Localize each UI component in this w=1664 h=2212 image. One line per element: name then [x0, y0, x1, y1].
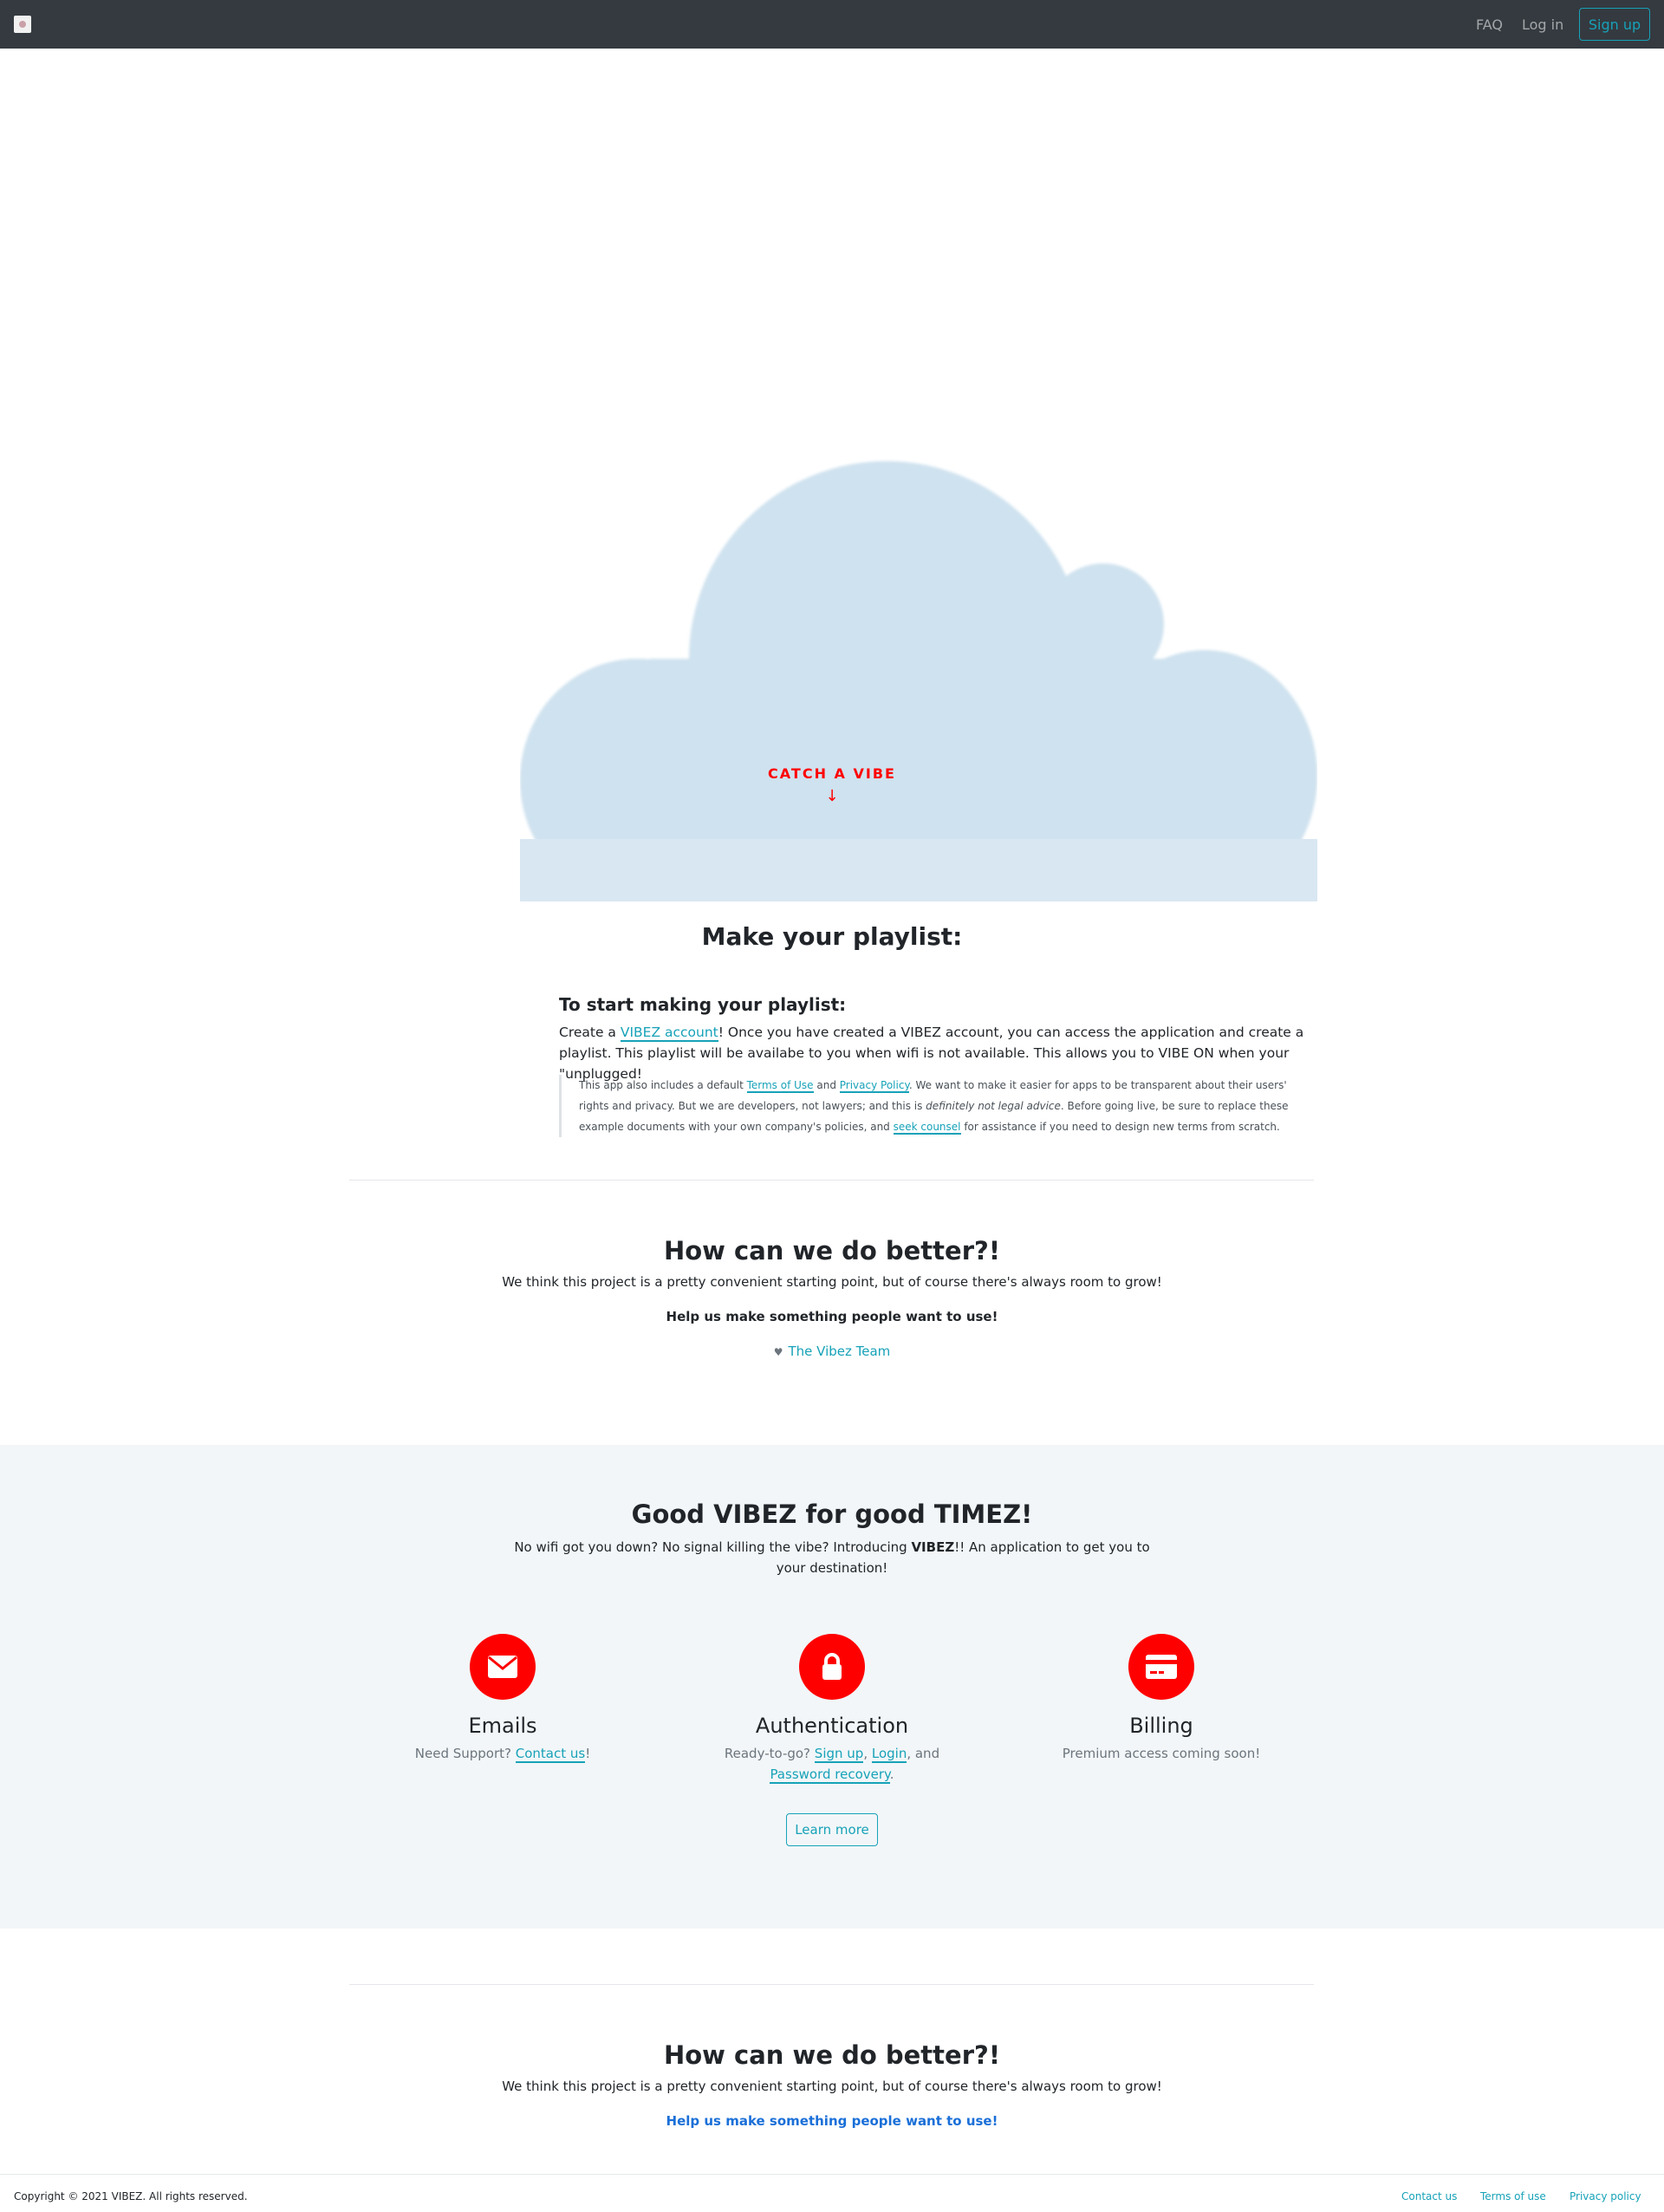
- footer-terms-of-use-link[interactable]: Terms of use: [1480, 2190, 1546, 2202]
- feature-name: Authentication: [755, 1714, 909, 1738]
- vibez-team-link[interactable]: The Vibez Team: [788, 1343, 890, 1359]
- feedback-body: We think this project is a pretty conven…: [502, 1274, 1162, 1290]
- footer-copyright: Copyright © 2021 VIBEZ. All rights reser…: [14, 2190, 248, 2202]
- feature-name: Emails: [468, 1714, 537, 1738]
- footer-divider: [0, 2174, 1664, 2175]
- footer-contact-us-link[interactable]: Contact us: [1401, 2190, 1457, 2202]
- password-recovery-link[interactable]: Password recovery: [770, 1766, 890, 1784]
- catch-a-vibe-link[interactable]: CATCH A VIBE: [745, 765, 919, 782]
- feature-text-part: , and: [907, 1746, 940, 1761]
- feature-text-part: .: [889, 1766, 894, 1782]
- terms-of-use-link[interactable]: Terms of Use: [746, 1079, 814, 1093]
- login-link[interactable]: Login: [871, 1746, 907, 1763]
- seek-counsel-link[interactable]: seek counsel: [893, 1121, 961, 1135]
- feedback-callout-link[interactable]: Help us make something people want to us…: [0, 2113, 1664, 2129]
- note-text: This app also includes a default: [579, 1079, 747, 1091]
- note-emphasis: definitely not legal advice: [926, 1100, 1061, 1112]
- legal-note-blockquote: This app also includes a default Terms o…: [559, 1075, 1313, 1137]
- signup-link[interactable]: Sign up: [814, 1746, 864, 1763]
- feature-authentication: Authentication Ready-to-go? Sign up, Log…: [685, 1634, 979, 1785]
- lock-icon: [799, 1634, 865, 1700]
- hero-cloud-image: [520, 461, 1317, 901]
- nav-faq-link[interactable]: FAQ: [1476, 16, 1503, 33]
- nav-login-link[interactable]: Log in: [1522, 16, 1563, 33]
- vibez-account-link[interactable]: VIBEZ account: [620, 1025, 718, 1042]
- feature-text: Need Support? Contact us!: [355, 1743, 650, 1764]
- envelope-icon: [470, 1634, 536, 1700]
- feature-name: Billing: [1129, 1714, 1193, 1738]
- intro-text-prefix: Create a: [559, 1025, 621, 1040]
- top-navbar: FAQ Log in Sign up: [0, 0, 1664, 49]
- learn-more-button[interactable]: Learn more: [786, 1813, 878, 1846]
- contact-us-link[interactable]: Contact us: [515, 1746, 586, 1763]
- subtitle-text: No wifi got you down? No signal killing …: [514, 1539, 912, 1555]
- feature-text-part: Ready-to-go?: [724, 1746, 815, 1761]
- playlist-section-title: Make your playlist:: [701, 922, 963, 951]
- feature-text-part: !: [585, 1746, 591, 1761]
- heart-icon: ♥: [773, 1346, 783, 1358]
- playlist-start-heading: To start making your playlist:: [559, 994, 847, 1015]
- nav-signup-button[interactable]: Sign up: [1579, 8, 1650, 41]
- subtitle-bold: VIBEZ: [911, 1539, 955, 1555]
- feature-text: Ready-to-go? Sign up, Login, and Passwor…: [685, 1743, 979, 1785]
- feature-text-part: ,: [863, 1746, 872, 1761]
- feedback-title: How can we do better?!: [663, 1236, 1001, 1265]
- note-text: for assistance if you need to design new…: [960, 1121, 1280, 1133]
- title-text: Good: [631, 1500, 714, 1529]
- section-divider: [349, 1180, 1314, 1181]
- title-text: for good: [796, 1500, 934, 1529]
- feature-emails: Emails Need Support? Contact us!: [355, 1634, 650, 1764]
- feature-text: Premium access coming soon!: [1062, 1746, 1261, 1761]
- privacy-policy-link[interactable]: Privacy Policy: [839, 1079, 909, 1093]
- footer-privacy-policy-link[interactable]: Privacy policy: [1570, 2190, 1641, 2202]
- title-bold: TIMEZ: [933, 1500, 1022, 1529]
- feature-billing: Billing Premium access coming soon!: [1014, 1634, 1309, 1764]
- feedback-title: How can we do better?!: [663, 2040, 1001, 2070]
- vibez-team-signature: ♥ The Vibez Team: [0, 1343, 1664, 1359]
- features-title: Good VIBEZ for good TIMEZ!: [0, 1500, 1664, 1529]
- title-bold: VIBEZ: [713, 1500, 797, 1529]
- features-subtitle: No wifi got you down? No signal killing …: [507, 1537, 1157, 1578]
- logo-mark: [19, 21, 26, 28]
- note-text: and: [813, 1079, 840, 1091]
- feedback-callout: Help us make something people want to us…: [666, 1309, 998, 1324]
- title-text: !: [1021, 1500, 1033, 1529]
- feature-text-part: Need Support?: [414, 1746, 516, 1761]
- app-logo-icon[interactable]: [14, 16, 31, 33]
- credit-card-icon: [1128, 1634, 1194, 1700]
- feedback-body: We think this project is a pretty conven…: [502, 2079, 1162, 2094]
- section-divider: [349, 1984, 1314, 1985]
- arrow-down-icon[interactable]: ↓: [815, 787, 849, 805]
